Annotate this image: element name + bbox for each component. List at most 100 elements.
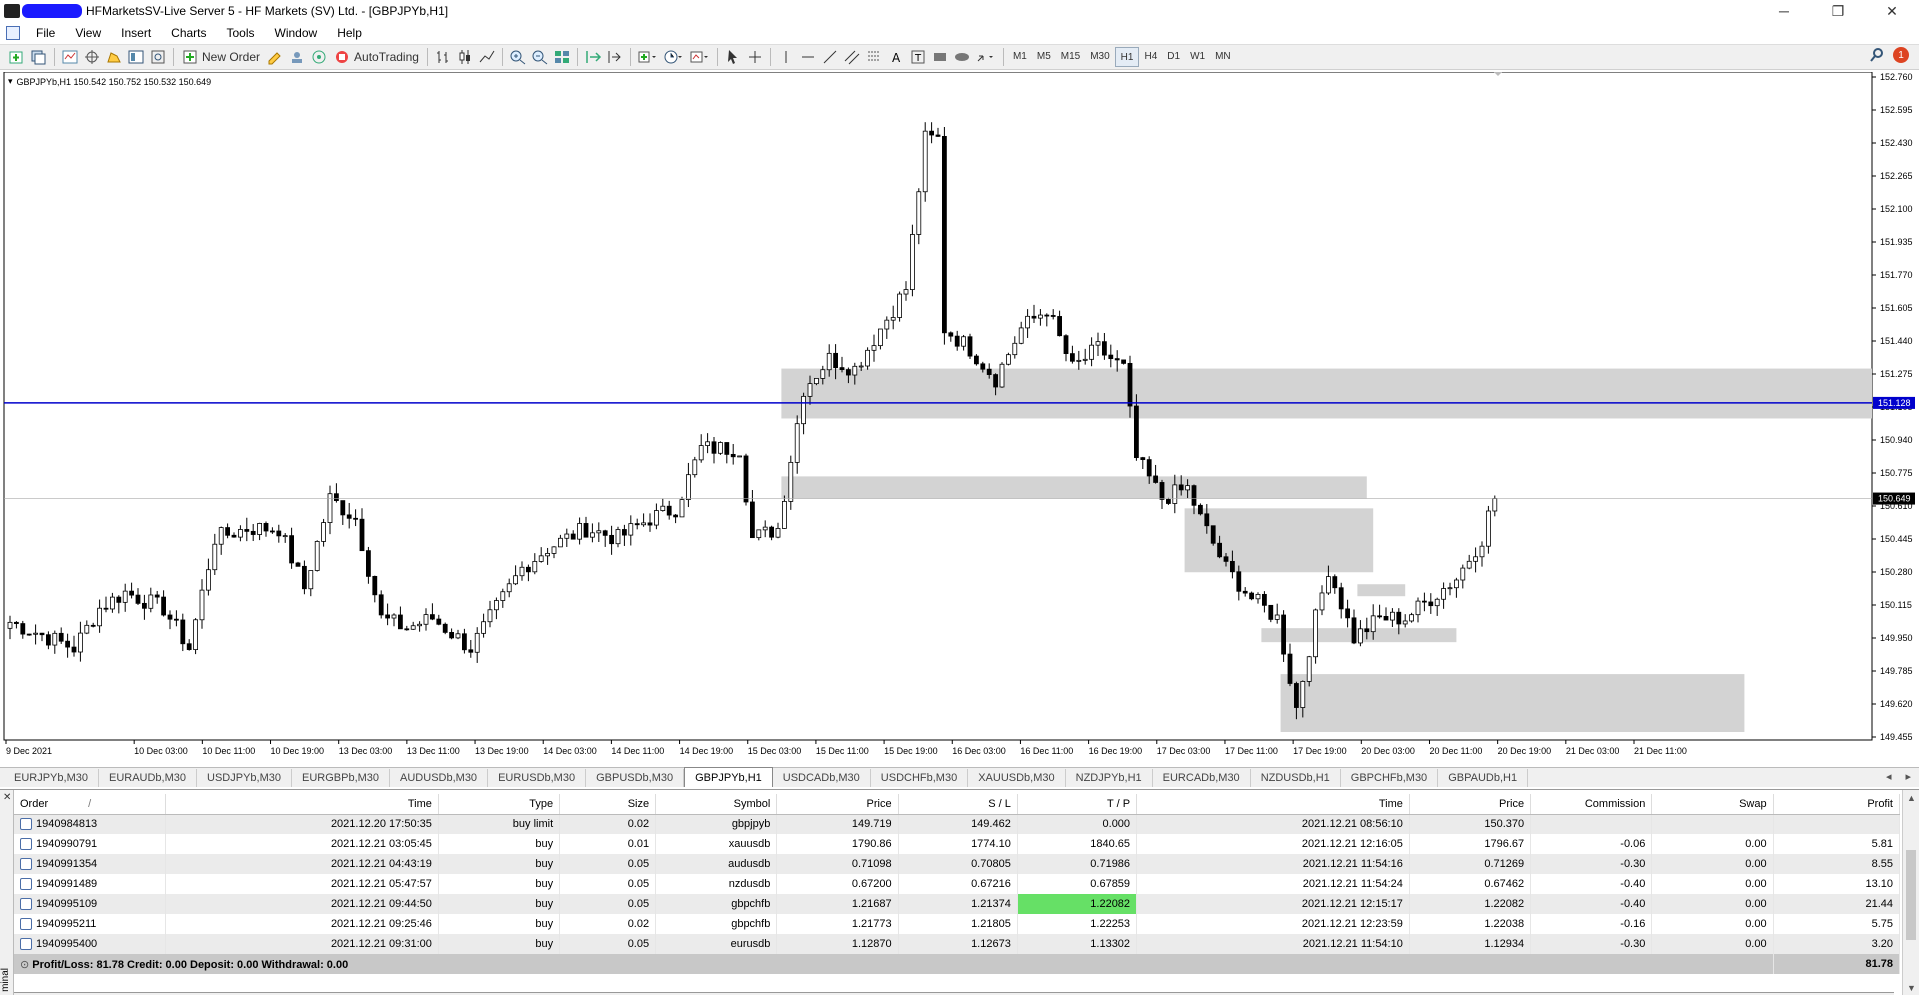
price-chart[interactable]: 152.760 152.595 152.430 152.265 152.100 151.9… xyxy=(0,72,1919,765)
col-close-time[interactable]: Time xyxy=(1136,794,1410,815)
col-swap[interactable]: Swap xyxy=(1651,794,1774,815)
arrows-icon[interactable] xyxy=(973,46,999,68)
col-sl[interactable]: S / L xyxy=(898,794,1018,815)
fibonacci-icon[interactable] xyxy=(863,46,885,68)
timeframe-h4[interactable]: H4 xyxy=(1139,47,1162,67)
terminal-scrollbar[interactable]: ▲ ▼ xyxy=(1902,790,1919,995)
indicators-icon[interactable] xyxy=(635,46,661,68)
col-type[interactable]: Type xyxy=(438,794,561,815)
menu-file[interactable]: File xyxy=(26,22,65,44)
scroll-down-icon[interactable]: ▼ xyxy=(1907,983,1916,993)
menu-window[interactable]: Window xyxy=(265,22,328,44)
cursor-icon[interactable] xyxy=(722,46,744,68)
col-price[interactable]: Price xyxy=(776,794,899,815)
timeframe-h1[interactable]: H1 xyxy=(1114,47,1140,67)
minimize-button[interactable]: ─ xyxy=(1757,0,1811,22)
chart-tab[interactable]: NZDJPYb,H1 xyxy=(1066,769,1153,787)
periods-icon[interactable] xyxy=(661,46,687,68)
col-symbol[interactable]: Symbol xyxy=(655,794,778,815)
col-commission[interactable]: Commission xyxy=(1530,794,1653,815)
col-close-price[interactable]: Price xyxy=(1409,794,1532,815)
chart-tab[interactable]: USDCADb,M30 xyxy=(773,769,871,787)
timeframe-m5[interactable]: M5 xyxy=(1032,47,1056,67)
restore-button[interactable]: ❐ xyxy=(1811,0,1865,22)
text-label-icon[interactable]: T xyxy=(907,46,929,68)
table-row[interactable]: 1940995400 2021.12.21 09:31:00 buy 0.05 euru… xyxy=(14,934,1901,954)
scroll-thumb[interactable] xyxy=(1906,850,1916,940)
equidistant-channel-icon[interactable] xyxy=(841,46,863,68)
tile-windows-icon[interactable] xyxy=(551,46,573,68)
chart-tab[interactable]: USDJPYb,M30 xyxy=(197,769,292,787)
chart-tab[interactable]: EURGBPb,M30 xyxy=(292,769,391,787)
chart-window[interactable]: 152.760 152.595 152.430 152.265 152.100 151.9… xyxy=(0,72,1919,765)
document-icon[interactable] xyxy=(6,26,20,40)
horizontal-line-icon[interactable] xyxy=(797,46,819,68)
tab-scroll-left-icon[interactable]: ◂ xyxy=(1886,770,1892,783)
candlestick-chart-icon[interactable] xyxy=(454,46,476,68)
navigator-icon[interactable] xyxy=(103,46,125,68)
text-icon[interactable]: A xyxy=(885,46,907,68)
table-row[interactable]: 1940995211 2021.12.21 09:25:46 buy 0.02 gbpc… xyxy=(14,914,1901,934)
table-row[interactable]: 1940990791 2021.12.21 03:05:45 buy 0.01 xauu… xyxy=(14,834,1901,854)
timeframe-m30[interactable]: M30 xyxy=(1085,47,1114,67)
col-order[interactable]: Order / xyxy=(14,794,167,815)
vertical-line-icon[interactable] xyxy=(775,46,797,68)
rectangle-icon[interactable] xyxy=(929,46,951,68)
signals-icon[interactable] xyxy=(286,46,308,68)
chart-tab[interactable]: USDCHFb,M30 xyxy=(871,769,969,787)
chart-shift-icon[interactable] xyxy=(604,46,626,68)
meta-editor-icon[interactable] xyxy=(264,46,286,68)
table-row[interactable]: 1940991489 2021.12.21 05:47:57 buy 0.05 nzdu… xyxy=(14,874,1901,894)
col-tp[interactable]: T / P xyxy=(1017,794,1138,815)
search-icon[interactable] xyxy=(1869,47,1885,63)
menu-view[interactable]: View xyxy=(65,22,111,44)
market-icon[interactable] xyxy=(308,46,330,68)
timeframe-m15[interactable]: M15 xyxy=(1056,47,1085,67)
chart-tab[interactable]: NZDUSDb,H1 xyxy=(1251,769,1341,787)
menu-tools[interactable]: Tools xyxy=(217,22,265,44)
terminal-icon[interactable] xyxy=(125,46,147,68)
table-row[interactable]: 1940991354 2021.12.21 04:43:19 buy 0.05 audu… xyxy=(14,854,1901,874)
chart-dropdown-icon[interactable]: ▾ xyxy=(8,76,13,87)
chart-tab[interactable]: EURCADb,M30 xyxy=(1153,769,1251,787)
table-row[interactable]: 1940984813 2021.12.20 17:50:35 buy limit 0.… xyxy=(14,814,1901,834)
chart-tab[interactable]: XAUUSDb,M30 xyxy=(968,769,1066,787)
menu-insert[interactable]: Insert xyxy=(111,22,161,44)
new-order-button[interactable]: New Order xyxy=(178,46,264,68)
data-window-icon[interactable] xyxy=(81,46,103,68)
chart-tab[interactable]: GBPAUDb,H1 xyxy=(1438,769,1529,787)
terminal-close-icon[interactable]: ✕ xyxy=(3,792,11,803)
close-button[interactable]: ✕ xyxy=(1865,0,1919,22)
chart-tab-active[interactable]: GBPJPYb,H1 xyxy=(684,767,773,787)
notification-badge[interactable]: 1 xyxy=(1893,47,1909,63)
chart-tab[interactable]: EURJPYb,M30 xyxy=(4,769,99,787)
col-profit[interactable]: Profit xyxy=(1773,794,1901,815)
chart-tab[interactable]: EURAUDb,M30 xyxy=(99,769,198,787)
zoom-out-icon[interactable] xyxy=(529,46,551,68)
menu-charts[interactable]: Charts xyxy=(161,22,216,44)
zoom-in-icon[interactable] xyxy=(507,46,529,68)
line-chart-icon[interactable] xyxy=(476,46,498,68)
chart-tab[interactable]: GBPCHFb,M30 xyxy=(1341,769,1439,787)
timeframe-m1[interactable]: M1 xyxy=(1008,47,1032,67)
chart-tab[interactable]: AUDUSDb,M30 xyxy=(390,769,489,787)
auto-scroll-icon[interactable] xyxy=(582,46,604,68)
scroll-up-icon[interactable]: ▲ xyxy=(1907,793,1916,803)
col-time[interactable]: Time xyxy=(165,794,439,815)
timeframe-d1[interactable]: D1 xyxy=(1162,47,1185,67)
trendline-icon[interactable] xyxy=(819,46,841,68)
crosshair-icon[interactable] xyxy=(744,46,766,68)
table-row[interactable]: 1940995109 2021.12.21 09:44:50 buy 0.05 gbpc… xyxy=(14,894,1901,914)
profiles-icon[interactable] xyxy=(28,46,50,68)
autotrading-button[interactable]: AutoTrading xyxy=(330,46,423,68)
tab-scroll-right-icon[interactable]: ▸ xyxy=(1905,770,1911,783)
bar-chart-icon[interactable] xyxy=(432,46,454,68)
timeframe-mn[interactable]: MN xyxy=(1210,47,1236,67)
ellipse-icon[interactable] xyxy=(951,46,973,68)
new-chart-icon[interactable] xyxy=(6,46,28,68)
market-watch-icon[interactable] xyxy=(59,46,81,68)
menu-help[interactable]: Help xyxy=(327,22,372,44)
templates-icon[interactable] xyxy=(687,46,713,68)
chart-tab[interactable]: EURUSDb,M30 xyxy=(488,769,587,787)
col-size[interactable]: Size xyxy=(559,794,657,815)
